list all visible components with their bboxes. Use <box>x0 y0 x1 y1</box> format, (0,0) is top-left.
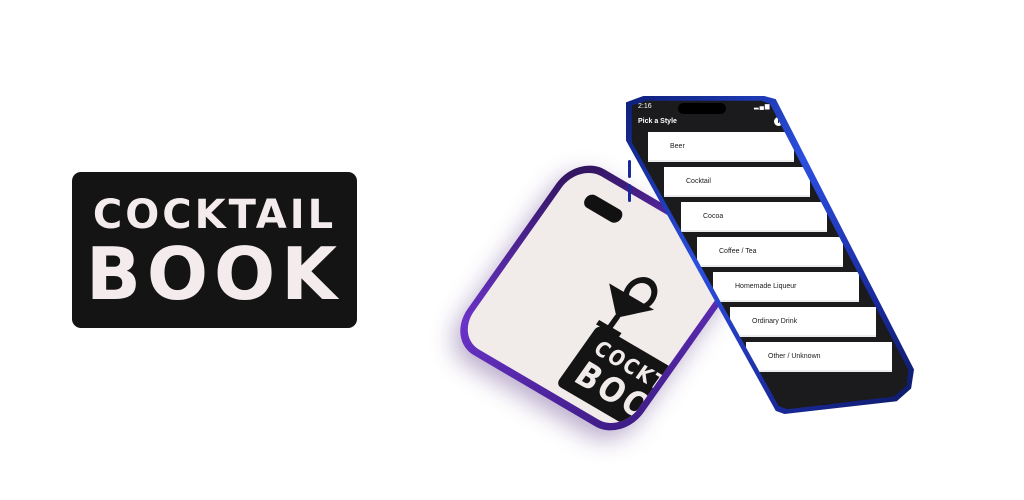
list-item-other-unknown[interactable]: Other / Unknown <box>746 342 892 372</box>
list-item-cocoa[interactable]: Cocoa <box>681 202 827 232</box>
app-logo: COCKTAIL BOOK <box>72 172 357 328</box>
volume-button <box>628 160 631 178</box>
logo-word-book: BOOK <box>85 232 344 316</box>
logo-word-cocktail: COCKTAIL <box>92 192 337 238</box>
dynamic-island <box>581 192 626 226</box>
page-title: Pick a Style <box>638 118 677 125</box>
list-item-beer[interactable]: Beer <box>648 132 794 162</box>
list-item-ordinary-drink[interactable]: Ordinary Drink <box>730 307 876 337</box>
front-phone-mockup: 2:16 ▂▄▆ ◉ ▮ Pick a Style i Beer Cocktai… <box>626 96 914 414</box>
list-item-homemade-liqueur[interactable]: Homemade Liqueur <box>713 272 859 302</box>
list-item-cocktail[interactable]: Cocktail <box>664 167 810 197</box>
dynamic-island <box>678 103 726 114</box>
status-time: 2:16 <box>638 103 652 110</box>
list-item-coffee-tea[interactable]: Coffee / Tea <box>697 237 843 267</box>
volume-button <box>628 184 631 202</box>
front-phone-screen: 2:16 ▂▄▆ ◉ ▮ Pick a Style i Beer Cocktai… <box>631 100 909 410</box>
